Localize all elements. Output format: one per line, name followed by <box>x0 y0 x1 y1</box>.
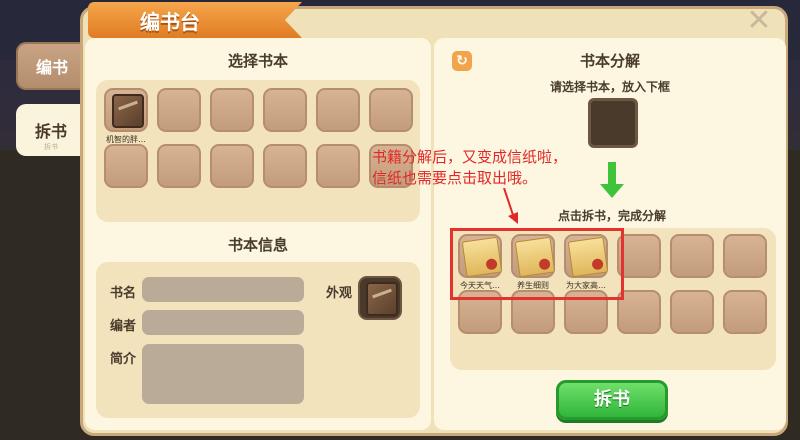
arrow-down-icon <box>600 162 624 202</box>
book-author-label: 编者 <box>110 319 137 334</box>
book-icon <box>112 94 144 128</box>
close-glyph: ✕ <box>746 3 772 38</box>
output-slot[interactable] <box>670 234 714 278</box>
highlight-box <box>450 228 624 300</box>
select-book-slot[interactable] <box>316 144 360 188</box>
panel-title-text: 编书台 <box>140 9 200 34</box>
appearance-slot[interactable] <box>358 276 402 320</box>
decompose-action-hint: 点击拆书，完成分解 <box>557 209 666 223</box>
panel-title: 编书台 <box>88 2 302 38</box>
tab-edit-book[interactable]: 编书 <box>16 42 86 90</box>
select-book-slot[interactable] <box>263 144 307 188</box>
select-book-slot[interactable] <box>104 144 148 188</box>
book-info-title: 书本信息 <box>227 236 288 254</box>
annotation-arrow <box>503 188 518 224</box>
book-author-field[interactable] <box>142 310 304 335</box>
select-book-slot[interactable] <box>369 88 413 132</box>
decompose-title: 书本分解 <box>579 52 640 70</box>
book-name-label: 书名 <box>110 286 137 301</box>
annotation-line-2: 信纸也需要点击取出哦。 <box>372 169 538 187</box>
split-book-button[interactable]: 拆书 <box>556 380 668 420</box>
split-button-label: 拆书 <box>594 389 630 410</box>
close-icon[interactable]: ✕ <box>744 6 774 36</box>
appearance-label: 外观 <box>326 286 353 301</box>
tab-split-sublabel: 拆书 <box>44 143 58 151</box>
book-icon <box>366 282 398 316</box>
select-book-slot[interactable] <box>104 88 148 132</box>
tab-edit-label: 编书 <box>35 58 68 77</box>
select-book-slot[interactable] <box>210 88 254 132</box>
decompose-instruction: 请选择书本，放入下框 <box>549 80 670 94</box>
output-slot[interactable] <box>670 290 714 334</box>
tab-split-book[interactable]: 拆书 拆书 <box>16 104 86 156</box>
book-name-field[interactable] <box>142 277 304 302</box>
book-intro-label: 简介 <box>110 352 137 367</box>
select-book-slot[interactable] <box>263 88 307 132</box>
select-book-slot[interactable] <box>210 144 254 188</box>
select-book-slot[interactable] <box>157 144 201 188</box>
book-intro-field[interactable] <box>142 344 304 404</box>
select-book-slot[interactable] <box>157 88 201 132</box>
output-slot[interactable] <box>723 290 767 334</box>
output-slot[interactable] <box>723 234 767 278</box>
book-drop-slot[interactable] <box>588 98 638 148</box>
select-book-slot[interactable] <box>316 88 360 132</box>
select-book-title: 选择书本 <box>227 52 288 70</box>
annotation-line-1: 书籍分解后，又变成信纸啦， <box>372 148 568 166</box>
tab-split-label: 拆书 <box>34 122 67 141</box>
